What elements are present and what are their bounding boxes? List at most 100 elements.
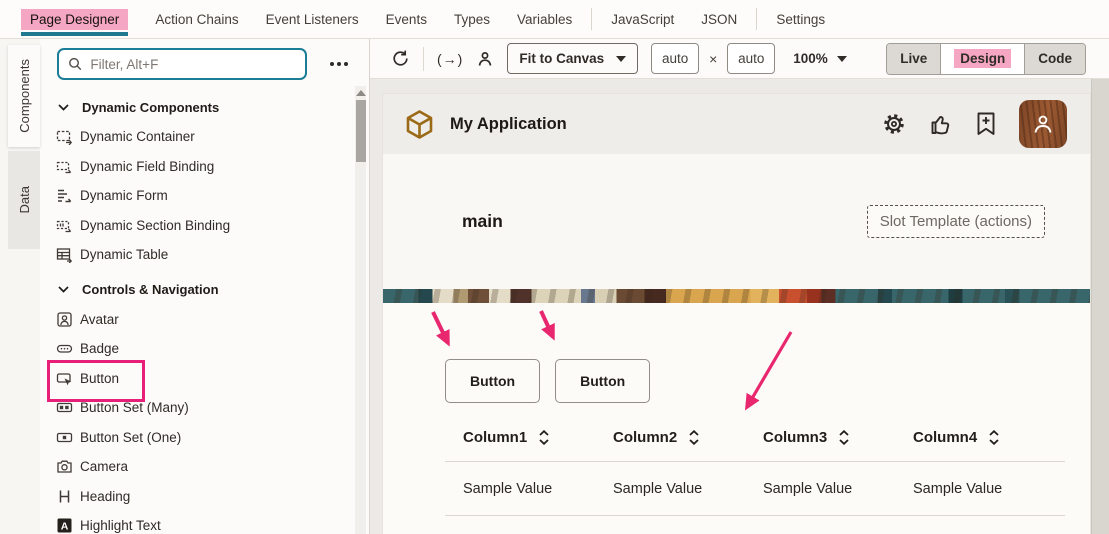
tab-group-divider xyxy=(756,8,757,30)
ellipsis-icon xyxy=(330,62,334,66)
mode-label: Code xyxy=(1038,51,1072,66)
component-item-camera[interactable]: Camera xyxy=(40,452,369,482)
column-label: Column2 xyxy=(613,429,677,446)
dynamic-container-icon xyxy=(55,128,73,146)
highlight-text-icon: A xyxy=(55,517,73,534)
component-item-heading[interactable]: Heading xyxy=(40,482,369,512)
tab-event-listeners[interactable]: Event Listeners xyxy=(266,12,359,27)
component-label: Button Set (One) xyxy=(80,430,181,445)
chevron-down-icon xyxy=(58,104,69,111)
dynamic-section-binding-icon xyxy=(55,216,73,234)
canvas-right-gutter xyxy=(1091,79,1109,534)
refresh-icon[interactable] xyxy=(391,49,410,68)
panel-overflow-menu-button[interactable] xyxy=(326,58,352,70)
user-avatar[interactable] xyxy=(1019,100,1067,148)
component-item-button[interactable]: Button xyxy=(40,364,369,394)
tab-events[interactable]: Events xyxy=(386,12,427,27)
button-set-many-icon xyxy=(55,399,73,417)
component-item-dynamic-table[interactable]: Dynamic Table xyxy=(40,240,369,270)
fit-to-canvas-dropdown[interactable]: Fit to Canvas xyxy=(507,43,638,74)
bookmark-add-icon[interactable] xyxy=(976,112,996,136)
tab-action-chains[interactable]: Action Chains xyxy=(155,12,238,27)
page-content-section: Button Button Column1 Column2 xyxy=(383,303,1090,516)
component-label: Dynamic Form xyxy=(80,188,168,203)
svg-text:A: A xyxy=(60,521,68,533)
mode-button-design[interactable]: Design xyxy=(940,44,1024,74)
component-item-dynamic-form[interactable]: Dynamic Form xyxy=(40,181,369,211)
sort-icon[interactable] xyxy=(688,430,700,445)
section-controls-navigation[interactable]: Controls & Navigation xyxy=(40,275,369,305)
search-icon xyxy=(68,56,82,72)
component-item-avatar[interactable]: Avatar xyxy=(40,305,369,335)
component-item-badge[interactable]: Badge xyxy=(40,334,369,364)
column-header-3[interactable]: Column3 xyxy=(745,429,895,446)
settings-gear-icon[interactable] xyxy=(882,112,906,136)
component-label: Camera xyxy=(80,459,128,474)
component-label: Badge xyxy=(80,341,119,356)
dimension-times-label: × xyxy=(709,51,717,67)
sort-icon[interactable] xyxy=(538,430,550,445)
sort-icon[interactable] xyxy=(988,430,1000,445)
tab-variables[interactable]: Variables xyxy=(517,12,572,27)
component-item-dynamic-section-binding[interactable]: Dynamic Section Binding xyxy=(40,211,369,241)
mode-label: Live xyxy=(900,51,927,66)
slot-template-actions[interactable]: Slot Template (actions) xyxy=(867,205,1045,238)
component-filter-input[interactable] xyxy=(90,57,296,72)
component-label: Highlight Text xyxy=(80,518,161,533)
sidebar-scrollbar-thumb[interactable] xyxy=(356,100,366,162)
user-mode-icon[interactable] xyxy=(476,50,494,68)
app-logo-cube-icon xyxy=(406,110,433,139)
component-label: Dynamic Container xyxy=(80,129,195,144)
chevron-down-icon xyxy=(58,286,69,293)
heading-icon xyxy=(55,487,73,505)
rail-tab-components[interactable]: Components xyxy=(8,45,40,147)
person-icon xyxy=(1032,113,1054,135)
preview-button-2[interactable]: Button xyxy=(555,359,650,403)
column-header-4[interactable]: Column4 xyxy=(895,429,1045,446)
tab-javascript[interactable]: JavaScript xyxy=(611,12,674,27)
left-rail: Components Data xyxy=(0,39,40,534)
app-preview-header[interactable]: My Application xyxy=(383,94,1090,154)
camera-icon xyxy=(55,458,73,476)
table-cell: Sample Value xyxy=(595,481,745,497)
canvas-mode-switcher: Live Design Code xyxy=(886,43,1086,75)
live-expression-icon[interactable]: (→) xyxy=(437,51,463,67)
tab-settings[interactable]: Settings xyxy=(776,12,825,27)
component-item-button-set-many[interactable]: Button Set (Many) xyxy=(40,393,369,423)
column-header-2[interactable]: Column2 xyxy=(595,429,745,446)
avatar-icon xyxy=(55,310,73,328)
tab-page-designer[interactable]: Page Designer xyxy=(21,9,128,30)
component-tree: Dynamic Components Dynamic Container Dyn… xyxy=(40,92,369,534)
rail-tab-data[interactable]: Data xyxy=(8,151,40,249)
section-dynamic-components[interactable]: Dynamic Components xyxy=(40,92,369,122)
component-item-button-set-one[interactable]: Button Set (One) xyxy=(40,423,369,453)
component-item-dynamic-container[interactable]: Dynamic Container xyxy=(40,122,369,152)
component-label: Heading xyxy=(80,489,130,504)
preview-table: Column1 Column2 Column3 xyxy=(445,413,1065,516)
preview-button-1[interactable]: Button xyxy=(445,359,540,403)
canvas-width-input[interactable] xyxy=(651,43,699,74)
thumbs-up-icon[interactable] xyxy=(929,112,953,136)
table-cell: Sample Value xyxy=(745,481,895,497)
mode-button-code[interactable]: Code xyxy=(1024,44,1085,74)
table-row[interactable]: Sample Value Sample Value Sample Value S… xyxy=(445,461,1065,516)
canvas-height-input[interactable] xyxy=(727,43,775,74)
page-header-section[interactable]: main Slot Template (actions) xyxy=(383,154,1090,289)
tab-json[interactable]: JSON xyxy=(701,12,737,27)
design-canvas[interactable]: My Application xyxy=(370,79,1109,534)
canvas-column: (→) Fit to Canvas × 100% Live Design Cod… xyxy=(370,39,1109,534)
scrollbar-up-arrow-icon[interactable] xyxy=(356,90,366,96)
tab-types[interactable]: Types xyxy=(454,12,490,27)
chevron-down-icon xyxy=(837,56,847,62)
zoom-level-dropdown[interactable]: 100% xyxy=(793,51,847,66)
sort-icon[interactable] xyxy=(838,430,850,445)
column-label: Column1 xyxy=(463,429,527,446)
mode-label: Design xyxy=(954,49,1011,68)
section-title: Dynamic Components xyxy=(82,100,219,115)
mode-button-live[interactable]: Live xyxy=(887,44,940,74)
column-header-1[interactable]: Column1 xyxy=(445,429,595,446)
component-item-highlight-text[interactable]: A Highlight Text xyxy=(40,511,369,534)
table-cell: Sample Value xyxy=(895,481,1045,497)
component-filter-field[interactable] xyxy=(57,48,307,80)
component-item-dynamic-field-binding[interactable]: Dynamic Field Binding xyxy=(40,152,369,182)
